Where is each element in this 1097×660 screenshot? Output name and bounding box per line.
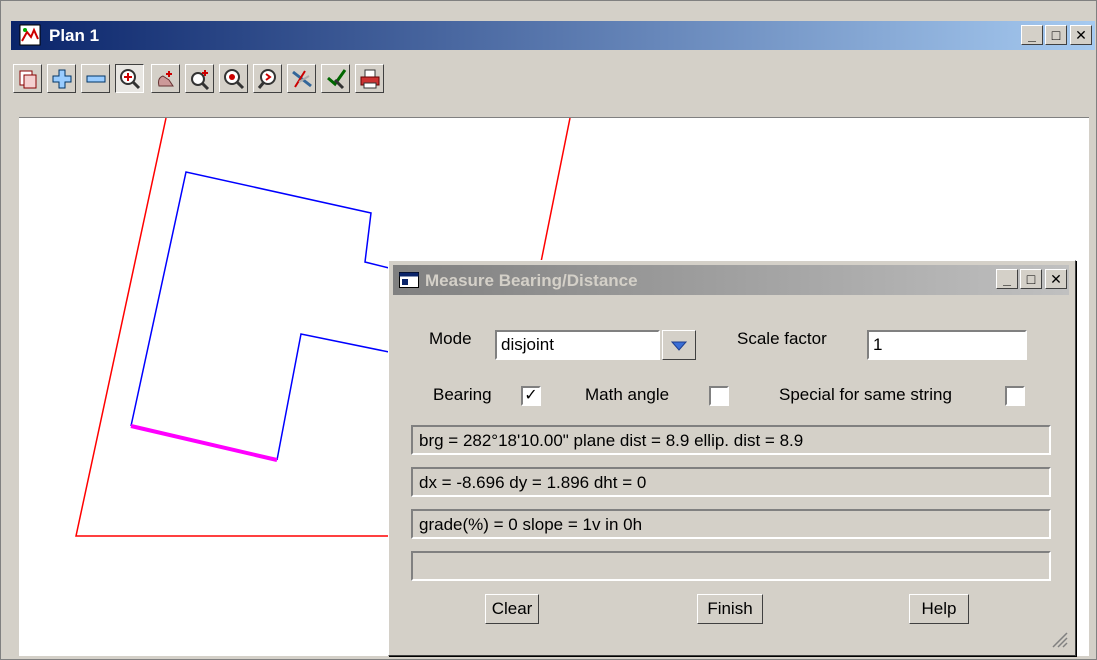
resize-grip-icon[interactable] <box>1049 629 1069 649</box>
plan-window-title: Plan 1 <box>49 26 100 45</box>
measure-dialog: Measure Bearing/Distance _ □ ✕ Mode disj… <box>388 260 1076 656</box>
boundary-left-line <box>75 118 399 537</box>
empty-readout <box>411 551 1051 581</box>
bearing-label: Bearing <box>433 385 492 404</box>
zoom-out-button[interactable] <box>81 64 110 93</box>
dialog-titlebar[interactable]: Measure Bearing/Distance _ □ ✕ <box>393 265 1069 295</box>
print-button[interactable] <box>355 64 384 93</box>
dialog-window-icon <box>399 272 419 288</box>
plan-toolbar <box>11 51 1095 117</box>
close-button[interactable]: ✕ <box>1070 25 1092 45</box>
boundary-right-line <box>540 118 571 263</box>
pick-icon <box>327 69 347 90</box>
print-icon <box>360 69 380 89</box>
plan-titlebar[interactable]: Plan 1 _ □ ✕ <box>11 21 1095 50</box>
minimize-button[interactable]: _ <box>1021 25 1043 45</box>
mode-dropdown-button[interactable] <box>662 330 696 360</box>
zoom-previous-button[interactable] <box>253 64 282 93</box>
bearing-distance-readout: brg = 282°18'10.00" plane dist = 8.9 ell… <box>411 425 1051 455</box>
dialog-close-button[interactable]: ✕ <box>1045 269 1067 289</box>
bearing-checkbox[interactable]: ✓ <box>521 386 541 406</box>
zoom-centre-button[interactable] <box>219 64 248 93</box>
finish-button[interactable]: Finish <box>697 594 763 624</box>
mode-label: Mode <box>429 329 472 348</box>
building-outline <box>130 171 390 427</box>
scale-factor-label: Scale factor <box>737 329 827 348</box>
math-angle-checkbox[interactable] <box>709 386 729 406</box>
special-same-string-checkbox[interactable] <box>1005 386 1025 406</box>
zoom-out-icon <box>86 75 106 83</box>
chevron-down-icon <box>670 341 688 351</box>
maximize-button[interactable]: □ <box>1045 25 1067 45</box>
help-button[interactable]: Help <box>909 594 969 624</box>
snap-button[interactable] <box>287 64 316 93</box>
zoom-window-button[interactable] <box>185 64 214 93</box>
zoom-in-icon <box>52 69 72 89</box>
measured-segment <box>130 424 278 462</box>
zoom-centre-icon <box>224 69 245 90</box>
pan-icon <box>158 71 174 87</box>
scale-factor-field[interactable]: 1 <box>867 330 1027 360</box>
clear-button[interactable]: Clear <box>485 594 539 624</box>
zoom-window-icon <box>191 70 210 90</box>
pick-button[interactable] <box>321 64 350 93</box>
dialog-maximize-button[interactable]: □ <box>1020 269 1042 289</box>
zoom-extent-icon <box>120 69 141 90</box>
dialog-title: Measure Bearing/Distance <box>425 271 638 290</box>
plan-views-icon <box>19 70 37 89</box>
plan-views-button[interactable] <box>13 64 42 93</box>
special-same-string-label: Special for same string <box>779 385 952 404</box>
zoom-in-button[interactable] <box>47 64 76 93</box>
mode-field[interactable]: disjoint <box>495 330 660 360</box>
dialog-minimize-button[interactable]: _ <box>996 269 1018 289</box>
snap-icon <box>292 70 312 88</box>
pan-button[interactable] <box>151 64 180 93</box>
delta-readout: dx = -8.696 dy = 1.896 dht = 0 <box>411 467 1051 497</box>
zoom-previous-icon <box>257 69 276 89</box>
grade-slope-readout: grade(%) = 0 slope = 1v in 0h <box>411 509 1051 539</box>
plan-window-icon <box>19 24 41 46</box>
building-outline-lower <box>276 333 390 461</box>
zoom-extent-button[interactable] <box>115 64 144 93</box>
math-angle-label: Math angle <box>585 385 670 404</box>
